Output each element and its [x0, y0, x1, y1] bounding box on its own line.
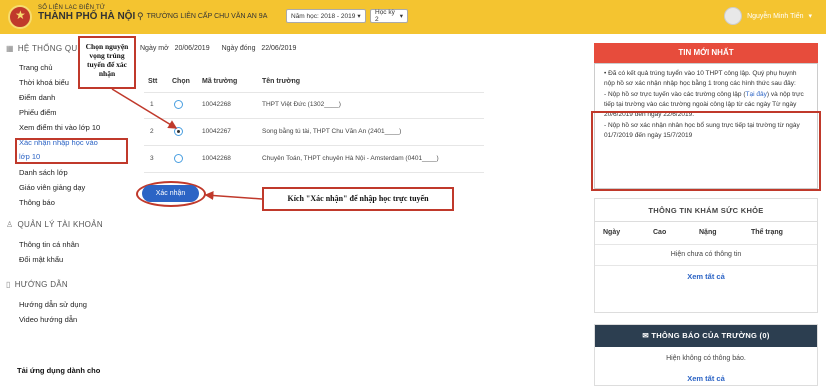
row-name: Chuyên Toán, THPT chuyên Hà Nội - Amster… — [262, 155, 439, 162]
location-pin-icon: ⚲ — [137, 11, 144, 21]
col-date: Ngày — [603, 229, 621, 236]
school-news-header: ✉ THÔNG BÁO CỦA TRƯỜNG (0) — [595, 325, 817, 347]
news-header: TIN MỚI NHẤT — [594, 43, 818, 63]
news-highlight-box — [591, 111, 821, 191]
section-guide-label: HƯỚNG DẪN — [14, 280, 68, 289]
col-height: Cao — [653, 229, 667, 236]
col-school-name: Tên trường — [262, 78, 301, 85]
envelope-icon: ✉ — [642, 331, 652, 340]
row-code: 10042267 — [202, 128, 231, 135]
row-stt: 1 — [150, 101, 154, 108]
row-stt: 2 — [150, 128, 154, 135]
year-select-value: Năm học: 2018 - 2019 — [291, 12, 356, 20]
user-menu[interactable]: Nguyễn Minh Tiến ▾ — [724, 7, 812, 25]
school-news-empty: Hiện không có thông báo. — [666, 355, 746, 362]
open-date-label: Ngày mở 20/06/2019 — [140, 45, 210, 52]
sidebar-item-profile[interactable]: Thông tin cá nhân — [19, 240, 79, 249]
row-code: 10042268 — [202, 101, 231, 108]
health-header: THÔNG TIN KHÁM SỨC KHỎE — [595, 199, 817, 222]
term-select-value: Học kỳ 2 — [375, 9, 395, 23]
sidebar-item-teachers[interactable]: Giáo viên giảng dạy — [19, 183, 85, 192]
grid-icon: ▦ — [6, 44, 14, 53]
section-system-label: HỆ THỐNG QU — [17, 44, 78, 53]
annotation-confirm: Kích "Xác nhận" để nhập học trực tuyến — [262, 187, 454, 211]
close-date: 22/06/2019 — [261, 45, 297, 52]
divider — [595, 265, 817, 266]
brand-title: THÀNH PHỐ HÀ NỘI — [38, 11, 136, 22]
brand[interactable]: SỔ LIÊN LẠC ĐIỆN TỬ THÀNH PHỐ HÀ NỘI — [38, 5, 135, 22]
chevron-down-icon: ▾ — [357, 13, 361, 20]
sidebar-item-video-guide[interactable]: Video hướng dẫn — [19, 315, 77, 324]
sidebar-item-report-card[interactable]: Phiếu điểm — [19, 108, 57, 117]
menu-highlight-box — [15, 138, 128, 164]
health-empty: Hiện chưa có thông tin — [670, 251, 742, 258]
row-code: 10042268 — [202, 155, 231, 162]
divider — [595, 244, 817, 245]
row-radio-selected[interactable] — [174, 127, 183, 136]
sidebar-item-user-guide[interactable]: Hướng dẫn sử dụng — [19, 300, 87, 309]
school-label: ⚲ TRƯỜNG LIÊN CẤP CHU VĂN AN 9A — [137, 11, 267, 22]
health-panel: THÔNG TIN KHÁM SỨC KHỎE Ngày Cao Nặng Th… — [594, 198, 818, 313]
city-logo-icon[interactable] — [8, 5, 32, 29]
close-label: Ngày đóng — [221, 45, 256, 52]
top-bar: SỔ LIÊN LẠC ĐIỆN TỬ THÀNH PHỐ HÀ NỘI ⚲ T… — [0, 0, 826, 34]
school-news-title: THÔNG BÁO CỦA TRƯỜNG (0) — [651, 331, 770, 340]
school-name: TRƯỜNG LIÊN CẤP CHU VĂN AN 9A — [146, 13, 268, 20]
sidebar-item-timetable[interactable]: Thời khoá biểu — [19, 78, 69, 87]
download-app-label: Tải ứng dụng dành cho — [17, 366, 101, 375]
avatar — [724, 7, 743, 25]
row-name: THPT Việt Đức (1302____) — [262, 101, 341, 108]
news-text: - Nộp hồ sơ trực tuyến vào các trường cô… — [604, 91, 746, 98]
sidebar-item-exam-score[interactable]: Xem điểm thi vào lớp 10 — [19, 123, 100, 132]
sidebar-item-home[interactable]: Trang chủ — [19, 63, 53, 72]
close-date-label: Ngày đóng 22/06/2019 — [222, 45, 297, 52]
row-divider — [144, 92, 484, 93]
row-divider — [144, 118, 484, 119]
school-news-see-all-link[interactable]: Xem tất cả — [595, 374, 817, 383]
news-link-here[interactable]: Tại đây — [746, 91, 767, 98]
col-weight: Nặng — [699, 229, 717, 236]
section-system: ▦ HỆ THỐNG QU — [6, 44, 77, 53]
term-select[interactable]: Học kỳ 2 ▾ — [370, 9, 408, 23]
caret-down-icon: ▾ — [808, 13, 812, 20]
row-divider — [144, 145, 484, 146]
right-panel: TIN MỚI NHẤT • Đã có kết quả trúng tuyển… — [588, 34, 826, 386]
school-news-panel: ✉ THÔNG BÁO CỦA TRƯỜNG (0) Hiện không có… — [594, 324, 818, 386]
col-select: Chọn — [172, 78, 190, 85]
annotation-choose: Chọn nguyện vọng trúng tuyển để xác nhận — [78, 36, 136, 89]
row-radio[interactable] — [174, 100, 183, 109]
col-school-code: Mã trường — [202, 78, 238, 85]
row-divider — [144, 172, 484, 173]
section-guide: ▯ HƯỚNG DẪN — [6, 280, 68, 289]
year-select[interactable]: Năm học: 2018 - 2019 ▾ — [286, 9, 366, 23]
row-name: Song bằng tú tài, THPT Chu Văn An (2401_… — [262, 128, 402, 135]
health-see-all-link[interactable]: Xem tất cả — [595, 272, 817, 281]
row-radio[interactable] — [174, 154, 183, 163]
book-icon: ▯ — [6, 280, 11, 289]
sidebar-item-class-list[interactable]: Danh sách lớp — [19, 168, 68, 177]
sidebar-item-attendance[interactable]: Điểm danh — [19, 93, 55, 102]
section-account: ♙ QUẢN LÝ TÀI KHOẢN — [6, 220, 103, 229]
col-stt: Stt — [148, 78, 158, 85]
row-stt: 3 — [150, 155, 154, 162]
news-paragraph: • Đã có kết quả trúng tuyển vào 10 THPT … — [604, 70, 797, 87]
open-label: Ngày mở — [140, 45, 169, 52]
date-row: Ngày mở 20/06/2019 Ngày đóng 22/06/2019 — [140, 45, 296, 52]
col-condition: Thể trạng — [751, 229, 783, 236]
user-icon: ♙ — [6, 220, 14, 229]
section-account-label: QUẢN LÝ TÀI KHOẢN — [17, 220, 103, 229]
confirm-button[interactable]: Xác nhận — [142, 185, 199, 202]
user-name: Nguyễn Minh Tiến — [747, 12, 804, 20]
open-date: 20/06/2019 — [174, 45, 210, 52]
chevron-down-icon: ▾ — [399, 13, 403, 20]
sidebar-item-notices[interactable]: Thông báo — [19, 198, 55, 207]
sidebar-item-change-password[interactable]: Đổi mật khẩu — [19, 255, 63, 264]
